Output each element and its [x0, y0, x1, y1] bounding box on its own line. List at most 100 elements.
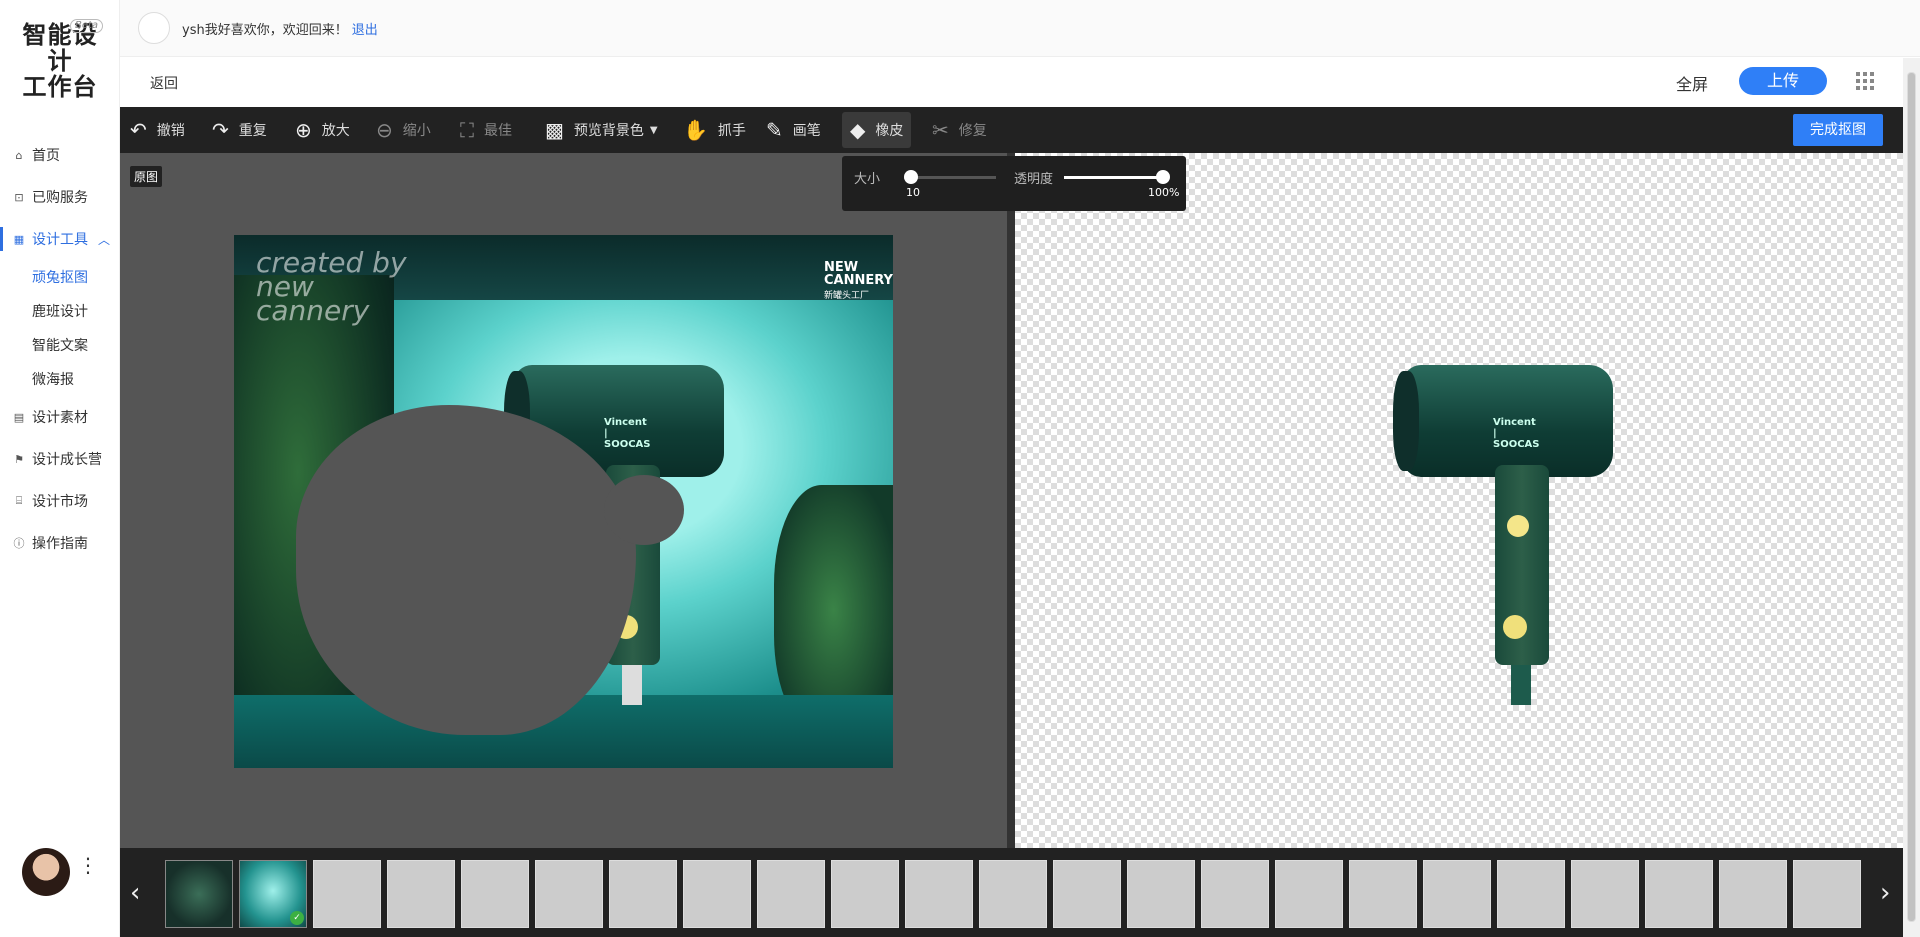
repair-button[interactable]: ✂ 修复: [932, 107, 987, 153]
brush-button[interactable]: ✎ 画笔: [766, 107, 821, 153]
upload-button[interactable]: 上传: [1739, 67, 1827, 95]
photo-watermark-text: created by new cannery: [256, 246, 407, 327]
sidebar-item-home[interactable]: ⌂ 首页: [0, 134, 120, 176]
sidebar-item-label: 首页: [32, 148, 60, 164]
check-icon: ✓: [290, 911, 304, 925]
eraser-settings-popup: 大小 10 透明度 100%: [842, 156, 1186, 211]
thumbnail-empty[interactable]: [757, 860, 825, 928]
original-tag: 原图: [130, 166, 163, 187]
thumbnail-empty[interactable]: [1497, 860, 1565, 928]
thumbnail-empty[interactable]: [1201, 860, 1269, 928]
back-link[interactable]: 返回: [150, 73, 178, 93]
sidebar-item-label: 操作指南: [32, 536, 88, 552]
redo-icon: ↷: [212, 118, 229, 142]
size-slider-handle[interactable]: [904, 170, 918, 184]
preview-bg-dropdown[interactable]: ▩ 预览背景色 ▼: [545, 107, 658, 153]
prev-arrow-icon[interactable]: ‹: [130, 878, 140, 908]
user-avatar[interactable]: [138, 12, 170, 44]
thumbnail-empty[interactable]: [387, 860, 455, 928]
thumbnail-empty[interactable]: [979, 860, 1047, 928]
caret-down-icon: ▼: [649, 124, 658, 136]
thumbnail-empty[interactable]: [1571, 860, 1639, 928]
subnav-item-cutout[interactable]: 顽兔抠图: [0, 260, 120, 294]
help-icon: ⓘ: [13, 537, 25, 550]
original-photo[interactable]: created by new cannery NEW CANNERY 新罐头工厂 …: [234, 235, 893, 768]
app-logo[interactable]: 智能设计 工作台: [12, 22, 108, 100]
thumbnail-empty[interactable]: [1719, 860, 1787, 928]
hand-button[interactable]: ✋ 抓手: [683, 107, 746, 153]
sidebar-item-market[interactable]: ⌸ 设计市场: [0, 480, 120, 522]
opacity-label: 透明度: [1014, 172, 1054, 187]
file-icon: ▤: [13, 410, 25, 424]
beta-badge: Beta: [70, 19, 104, 33]
size-value: 10: [906, 186, 920, 199]
thumbnail-empty[interactable]: [1423, 860, 1491, 928]
thumbnail-empty[interactable]: [831, 860, 899, 928]
sidebar-item-label: 已购服务: [32, 190, 88, 206]
eraser-button[interactable]: ◆ 橡皮: [842, 112, 912, 148]
thumbnail-empty[interactable]: [1275, 860, 1343, 928]
avatar[interactable]: [22, 848, 70, 896]
undo-button[interactable]: ↶ 撤销: [130, 107, 185, 153]
sidebar-item-materials[interactable]: ▤ 设计素材: [0, 396, 120, 438]
original-canvas[interactable]: 原图 created by new cannery NEW CANNERY 新罐头…: [120, 153, 1007, 848]
sidebar-item-growth[interactable]: ⚑ 设计成长营: [0, 438, 120, 480]
eraser-icon: ◆: [850, 118, 866, 142]
bag-icon: ⊡: [14, 190, 24, 204]
thumbnail-empty[interactable]: [313, 860, 381, 928]
thumbnail[interactable]: [165, 860, 233, 928]
size-label: 大小: [854, 172, 881, 187]
thumbnail-empty[interactable]: [1127, 860, 1195, 928]
thumbnail-empty[interactable]: [1645, 860, 1713, 928]
next-arrow-icon[interactable]: ›: [1880, 878, 1890, 908]
sidebar-item-guide[interactable]: ⓘ 操作指南: [0, 522, 120, 564]
top-bar: ysh我好喜欢你，欢迎回来！ 退出: [120, 0, 1920, 57]
subnav-item-copywriting[interactable]: 智能文案: [0, 328, 120, 362]
fit-icon: ⛶: [460, 118, 474, 142]
zoom-in-icon: ⊕: [295, 118, 312, 142]
flag-icon: ⚑: [14, 452, 24, 466]
result-canvas[interactable]: Vincent | SOOCAS: [1015, 153, 1903, 848]
zoom-in-button[interactable]: ⊕ 放大: [295, 107, 350, 153]
subnav-item-luban[interactable]: 鹿班设计: [0, 294, 120, 328]
subnav-item-poster[interactable]: 微海报: [0, 362, 120, 396]
header-bar: 返回 全屏 上传: [120, 58, 1903, 106]
pane-divider[interactable]: [1007, 153, 1015, 848]
opacity-slider[interactable]: [1064, 170, 1170, 184]
zoom-out-button[interactable]: ⊖ 缩小: [376, 107, 431, 153]
home-icon: ⌂: [15, 148, 23, 162]
thumbnail-empty[interactable]: [905, 860, 973, 928]
opacity-slider-handle[interactable]: [1156, 170, 1170, 184]
sidebar-item-purchased[interactable]: ⊡ 已购服务: [0, 176, 120, 218]
grid-icon: ▦: [13, 232, 25, 246]
thumbnail-empty[interactable]: [535, 860, 603, 928]
more-menu-icon[interactable]: ⋮: [78, 855, 98, 875]
size-slider[interactable]: [904, 170, 996, 184]
redo-button[interactable]: ↷ 重复: [212, 107, 267, 153]
thumbnail-empty[interactable]: [1793, 860, 1861, 928]
thumbnail-empty[interactable]: [461, 860, 529, 928]
filmstrip: ‹ ✓ ›: [120, 848, 1903, 937]
sidebar-item-design-tools[interactable]: ▦ 设计工具 ︿: [0, 218, 120, 260]
thumbnail-empty[interactable]: [1053, 860, 1121, 928]
fullscreen-button[interactable]: 全屏: [1676, 71, 1708, 95]
finish-cutout-button[interactable]: 完成抠图: [1793, 114, 1883, 146]
thumbnail-empty[interactable]: [683, 860, 751, 928]
logout-link[interactable]: 退出: [352, 23, 378, 38]
brand-logo: NEW CANNERY 新罐头工厂: [824, 260, 893, 301]
apps-grid-icon[interactable]: [1856, 72, 1874, 90]
hand-icon: ✋: [683, 118, 708, 142]
page-scrollbar[interactable]: [1903, 58, 1920, 937]
chevron-up-icon[interactable]: ︿: [98, 231, 110, 248]
sidebar-item-label: 设计成长营: [32, 452, 102, 468]
thumbnail-selected[interactable]: ✓: [239, 860, 307, 928]
erased-mask-region: [296, 405, 636, 735]
thumbnail-empty[interactable]: [1349, 860, 1417, 928]
store-icon: ⌸: [15, 494, 23, 507]
erased-mask-region: [604, 475, 684, 545]
opacity-value: 100%: [1148, 186, 1180, 199]
sidebar-item-label: 设计素材: [32, 410, 88, 426]
thumbnail-empty[interactable]: [609, 860, 677, 928]
fit-button[interactable]: ⛶ 最佳: [460, 107, 512, 153]
welcome-text: ysh我好喜欢你，欢迎回来！ 退出: [182, 23, 378, 38]
